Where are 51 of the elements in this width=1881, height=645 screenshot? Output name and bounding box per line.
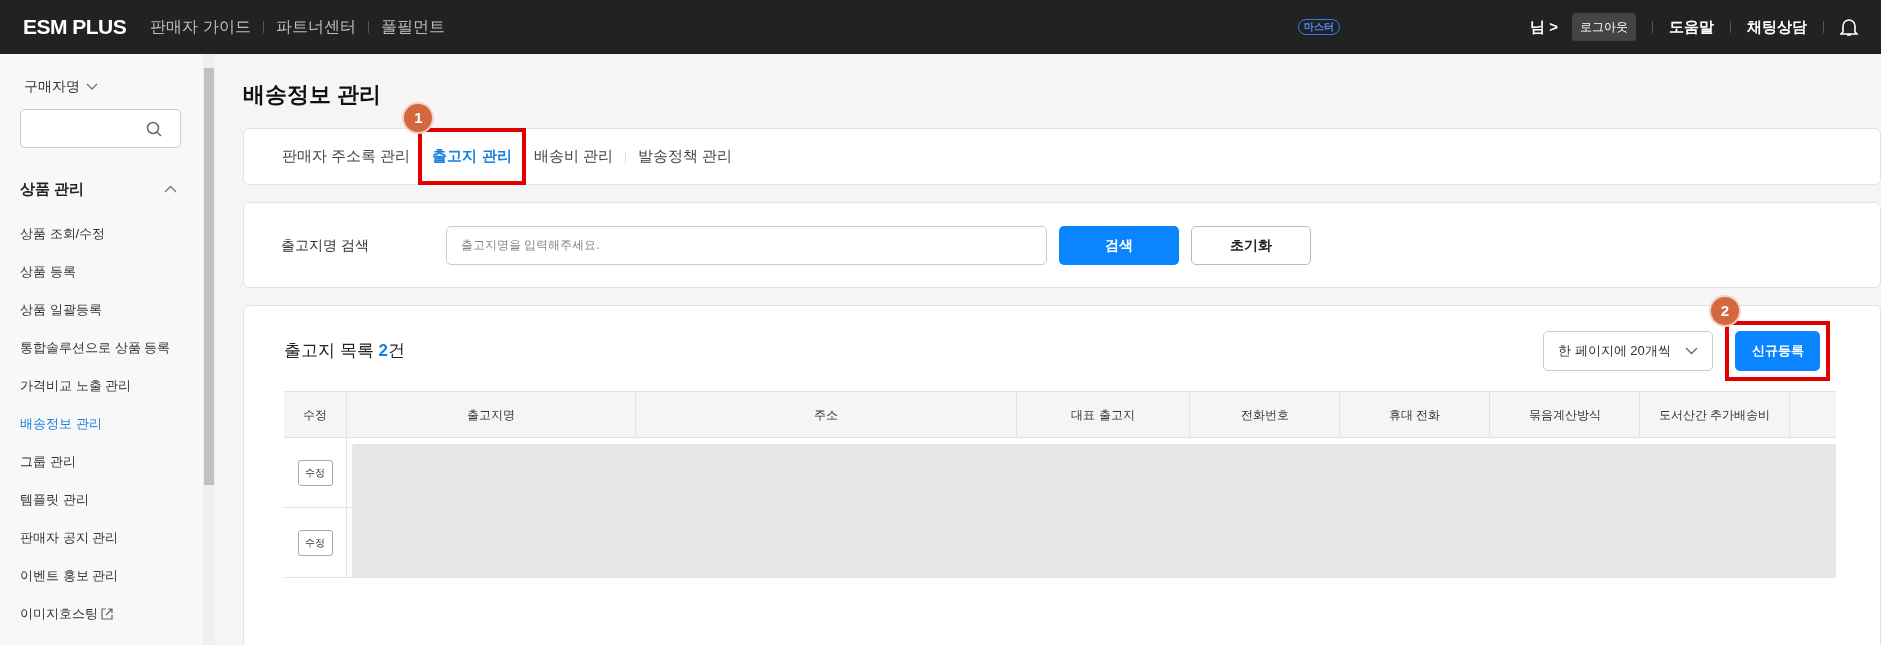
- sidebar-item[interactable]: 상품 조회/수정: [20, 214, 183, 253]
- top-nav-link[interactable]: 파트너센터: [275, 15, 356, 39]
- tab[interactable]: 배송비 관리: [529, 145, 617, 168]
- new-registration-button[interactable]: 신규등록: [1735, 331, 1820, 371]
- sidebar-item[interactable]: 상품 일괄등록: [20, 290, 183, 329]
- search-icon: [146, 120, 162, 137]
- location-name-input[interactable]: 출고지명을 입력해주세요.: [446, 225, 1047, 265]
- top-nav-link[interactable]: 판매자 가이드: [150, 15, 251, 39]
- chevron-down-icon: [86, 82, 98, 91]
- edit-button[interactable]: 수정: [297, 459, 333, 486]
- search-type-dropdown[interactable]: 구매자명: [24, 76, 98, 97]
- reset-button[interactable]: 초기화: [1191, 225, 1311, 265]
- sidebar-item[interactable]: 이벤트 홍보 관리: [20, 556, 183, 595]
- search-label: 출고지명 검색: [281, 235, 370, 255]
- column-header: 대표 출고지: [1017, 392, 1190, 437]
- logo[interactable]: ESM PLUS: [23, 11, 127, 43]
- tab[interactable]: 판매자 주소록 관리: [278, 145, 415, 168]
- tab[interactable]: 발송정책 관리: [633, 145, 736, 168]
- sidebar-item[interactable]: 그룹 관리: [20, 442, 183, 481]
- page-title: 배송정보 관리: [243, 81, 383, 109]
- step-number-badge: 1: [402, 102, 435, 135]
- sidebar-item[interactable]: 배송정보 관리: [20, 404, 183, 443]
- sidebar-item[interactable]: 템플릿 관리: [20, 480, 183, 519]
- top-nav-link[interactable]: 풀필먼트: [380, 15, 445, 39]
- column-header: 출고지명: [347, 392, 636, 437]
- column-header: 주소: [636, 392, 1017, 437]
- page-size-dropdown[interactable]: 한 페이지에 20개씩: [1543, 331, 1713, 371]
- search-button[interactable]: 검색: [1059, 225, 1179, 265]
- step-number-badge: 2: [1709, 295, 1741, 327]
- top-nav-link[interactable]: 도움말: [1669, 15, 1714, 39]
- top-nav-link[interactable]: 채팅상담: [1747, 15, 1807, 39]
- sidebar-scrollbar[interactable]: [203, 54, 215, 645]
- list-title: 출고지 목록 2건: [284, 340, 405, 363]
- sidebar-item[interactable]: 가격비교 노출 관리: [20, 366, 183, 405]
- column-header: 수정: [284, 392, 347, 437]
- sidebar-search-field[interactable]: [20, 109, 181, 148]
- sidebar-item[interactable]: 판매자 공지 관리: [20, 518, 183, 557]
- sidebar-item[interactable]: 통합솔루션으로 상품 등록: [20, 328, 183, 367]
- column-header: 전화번호: [1190, 392, 1340, 437]
- column-header: 묶음계산방식: [1490, 392, 1640, 437]
- column-header: 도서산간 추가배송비: [1640, 392, 1790, 437]
- tab[interactable]: 출고지 관리: [418, 128, 526, 185]
- menu-section-toggle[interactable]: 상품 관리: [20, 178, 183, 201]
- column-header: 휴대 전화: [1340, 392, 1490, 437]
- sidebar-item[interactable]: 상품 등록: [20, 252, 183, 291]
- sidebar-item[interactable]: 이미지호스팅: [20, 594, 183, 633]
- edit-button[interactable]: 수정: [297, 529, 333, 556]
- chevron-down-icon: [1685, 347, 1698, 355]
- user-link[interactable]: 님 >: [1530, 15, 1558, 39]
- notification-bell-icon[interactable]: [1840, 17, 1858, 37]
- logout-button[interactable]: 로그아웃: [1572, 13, 1636, 41]
